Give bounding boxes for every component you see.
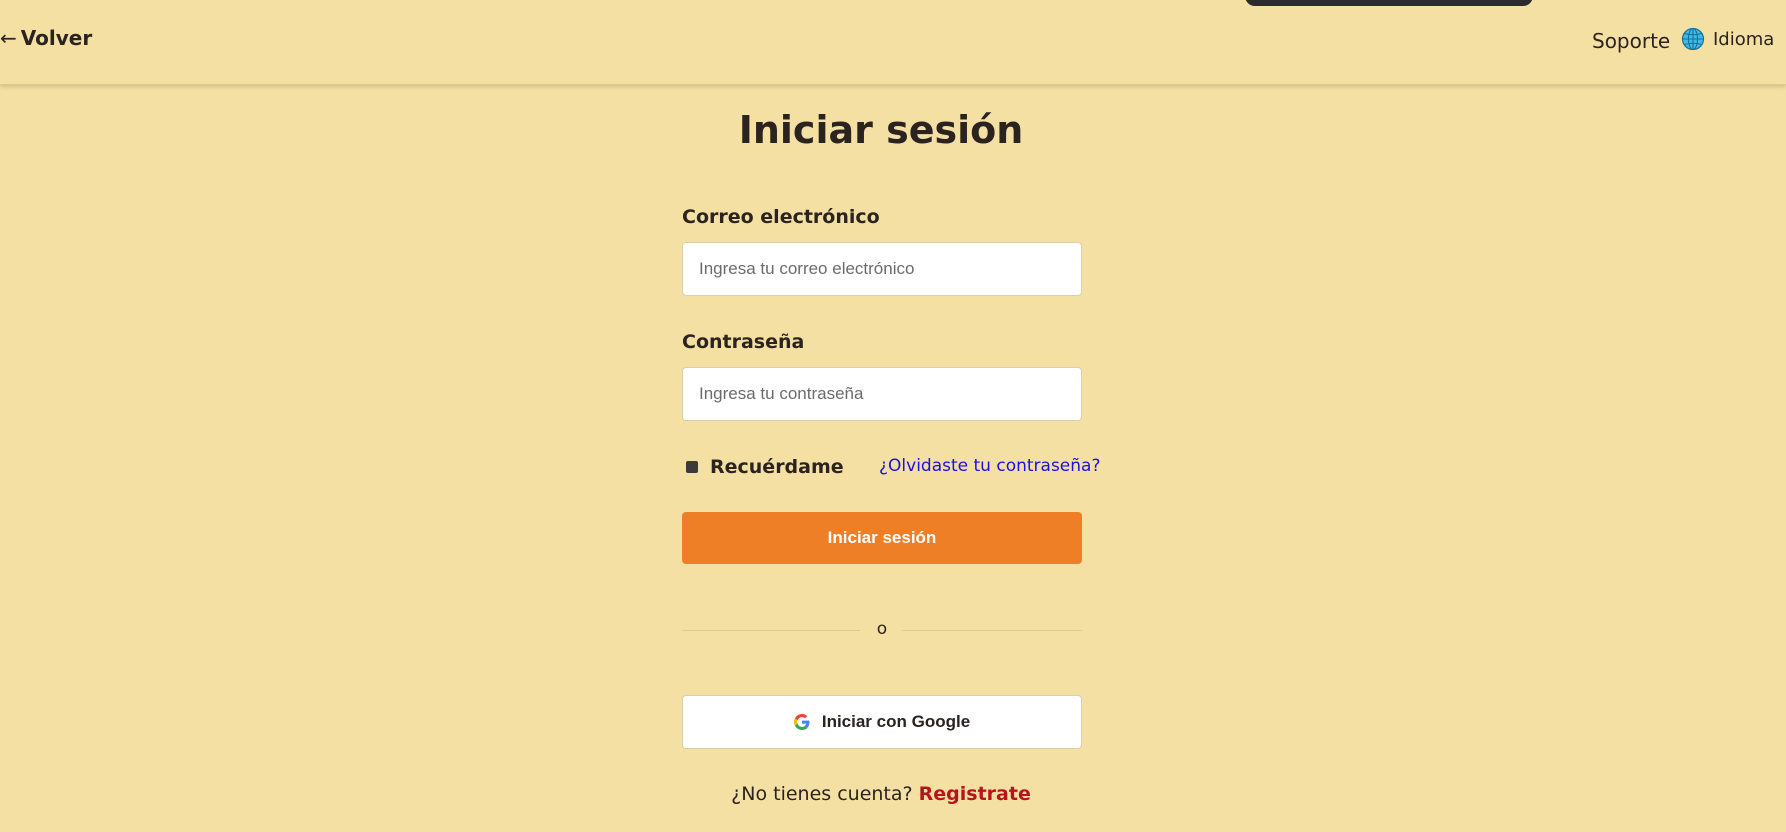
window-overlay-bar xyxy=(1245,0,1533,6)
password-field[interactable] xyxy=(682,367,1082,421)
google-login-button[interactable]: Iniciar con Google xyxy=(682,695,1082,749)
login-page: ← Volver Soporte Idioma Iniciar sesión Co… xyxy=(0,0,1786,832)
signup-prompt: ¿No tienes cuenta? xyxy=(731,783,913,805)
email-field[interactable] xyxy=(682,242,1082,296)
remember-label: Recuérdame xyxy=(710,456,844,478)
forgot-password-link[interactable]: ¿Olvidaste tu contraseña? xyxy=(879,456,1100,476)
back-label: Volver xyxy=(20,26,93,50)
divider-line-left xyxy=(682,630,860,631)
globe-icon xyxy=(1681,27,1705,51)
password-label: Contraseña xyxy=(682,331,805,353)
divider-line-right xyxy=(902,630,1082,631)
support-link[interactable]: Soporte xyxy=(1592,29,1670,53)
email-label: Correo electrónico xyxy=(682,206,880,228)
language-label: Idioma xyxy=(1713,28,1775,50)
remember-me-toggle[interactable]: Recuérdame xyxy=(686,456,844,478)
language-selector[interactable]: Idioma xyxy=(1681,27,1774,51)
signup-row: ¿No tienes cuenta? Registrate xyxy=(0,783,1762,805)
back-arrow-icon: ← xyxy=(0,26,17,50)
google-icon xyxy=(793,714,810,730)
signup-link[interactable]: Registrate xyxy=(919,783,1031,805)
login-button[interactable]: Iniciar sesión xyxy=(682,512,1082,564)
top-header: ← Volver Soporte Idioma xyxy=(0,0,1786,85)
remember-checkbox[interactable] xyxy=(686,461,698,473)
google-login-label: Iniciar con Google xyxy=(821,712,971,731)
divider-text: o xyxy=(876,619,888,639)
page-title: Iniciar sesión xyxy=(738,108,1024,152)
back-link[interactable]: ← Volver xyxy=(0,26,92,50)
